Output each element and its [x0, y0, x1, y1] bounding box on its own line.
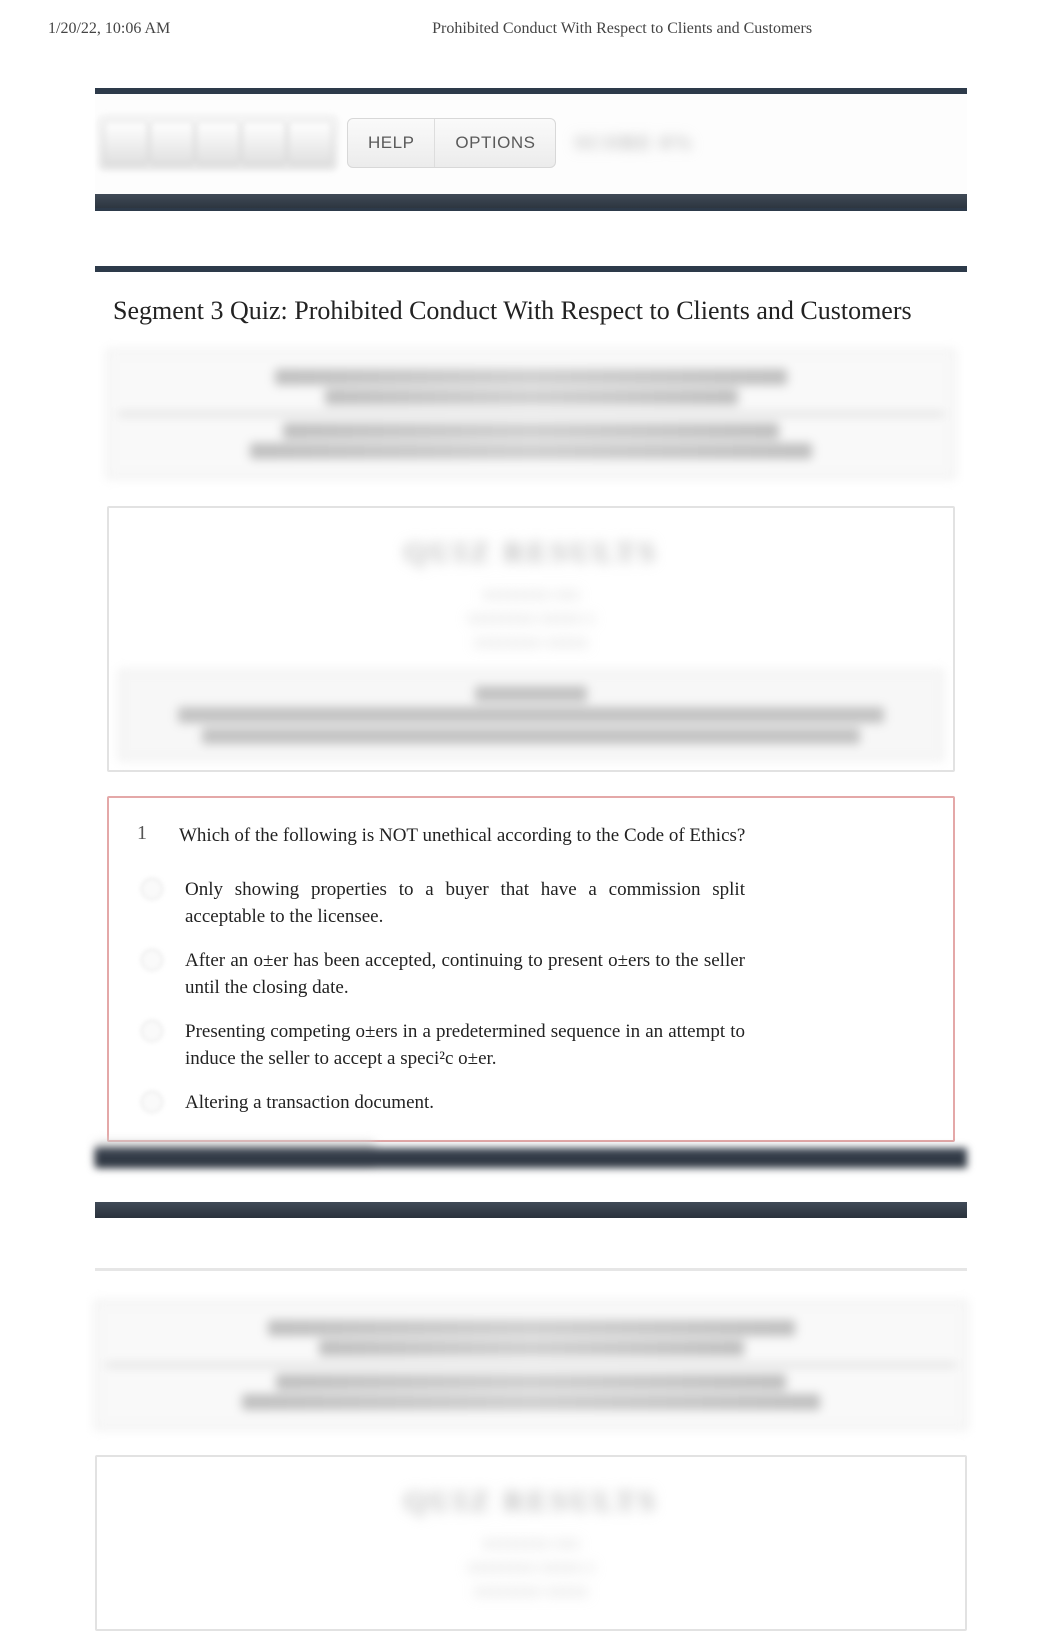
radio-icon[interactable] — [141, 878, 163, 900]
toolbar: HELP OPTIONS SCORE 0% — [95, 94, 967, 192]
nav-pause-icon[interactable] — [196, 121, 240, 165]
question-card: 1 Which of the following is NOT unethica… — [107, 796, 955, 1142]
obscured-summary-card-2: QUIZ RESULTS xxxxxxxx xxx xxxxxxxx xxxxx… — [95, 1455, 967, 1631]
answer-row: After an o±er has been accepted, continu… — [141, 947, 929, 1002]
obscured-info-box-1 — [107, 350, 955, 478]
obscured-info-box-2 — [95, 1301, 967, 1429]
toolbar-wrap: HELP OPTIONS SCORE 0% — [95, 88, 967, 211]
help-button[interactable]: HELP — [348, 119, 435, 167]
nav-play-icon[interactable] — [150, 121, 194, 165]
options-button[interactable]: OPTIONS — [435, 119, 555, 167]
question-text: Which of the following is NOT unethical … — [179, 822, 929, 850]
card-bottom-strip — [95, 1202, 967, 1218]
quiz-card: Segment 3 Quiz: Prohibited Conduct With … — [95, 266, 967, 1218]
answer-row: Altering a transaction document. — [141, 1089, 929, 1117]
obscured-summary-card: QUIZ RESULTS xxxxxxxx xxx xxxxxxxx xxxxx… — [107, 506, 955, 772]
question-footer — [95, 1148, 967, 1168]
nav-button-group — [99, 116, 337, 170]
radio-icon[interactable] — [141, 1091, 163, 1113]
obscured-card-page2: QUIZ RESULTS xxxxxxxx xxx xxxxxxxx xxxxx… — [95, 1268, 967, 1631]
answer-row: Presenting competing o±ers in a predeter… — [141, 1018, 929, 1073]
print-datetime: 1/20/22, 10:06 AM — [48, 20, 170, 38]
page-2-fragment: QUIZ RESULTS xxxxxxxx xxx xxxxxxxx xxxxx… — [95, 1268, 967, 1631]
quiz-module: HELP OPTIONS SCORE 0% Segment 3 Quiz: Pr… — [95, 88, 967, 1218]
nav-next-icon[interactable] — [242, 121, 286, 165]
answer-text: After an o±er has been accepted, continu… — [185, 947, 745, 1002]
radio-icon[interactable] — [141, 1020, 163, 1042]
nav-end-icon[interactable] — [288, 121, 332, 165]
answer-list: Only showing properties to a buyer that … — [133, 876, 929, 1117]
question-number: 1 — [133, 822, 151, 845]
radio-icon[interactable] — [141, 949, 163, 971]
page-header: 1/20/22, 10:06 AM Prohibited Conduct Wit… — [0, 0, 1062, 48]
answer-row: Only showing properties to a buyer that … — [141, 876, 929, 931]
answer-text: Only showing properties to a buyer that … — [185, 876, 745, 931]
print-title: Prohibited Conduct With Respect to Clien… — [432, 20, 812, 38]
nav-prev-icon[interactable] — [104, 121, 148, 165]
quiz-title: Segment 3 Quiz: Prohibited Conduct With … — [95, 272, 967, 348]
answer-text: Presenting competing o±ers in a predeter… — [185, 1018, 745, 1073]
answer-text: Altering a transaction document. — [185, 1089, 434, 1117]
score-indicator: SCORE 0% — [574, 132, 694, 155]
toolbar-links: HELP OPTIONS — [347, 118, 556, 168]
toolbar-bottom-strip — [95, 194, 967, 208]
